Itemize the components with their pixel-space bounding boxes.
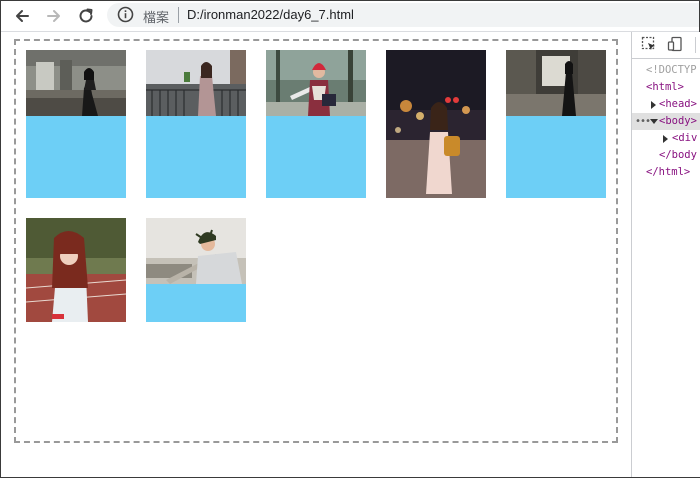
dom-node-html[interactable]: <html> xyxy=(632,79,700,96)
url-divider xyxy=(178,7,179,23)
flex-container xyxy=(14,39,618,443)
dom-node-body-close[interactable]: </body xyxy=(632,147,700,164)
dom-node-div[interactable]: <div xyxy=(632,130,700,147)
ellipsis-icon[interactable]: ••• xyxy=(635,113,651,130)
page-viewport xyxy=(1,32,631,477)
inspect-element-icon[interactable] xyxy=(641,36,657,52)
woman-red-beanie-forest-photo xyxy=(266,50,366,116)
dom-node-body[interactable]: ••• <body> xyxy=(632,113,700,130)
collapse-triangle-icon[interactable] xyxy=(650,119,658,124)
devtools-divider xyxy=(695,37,696,53)
man-leaning-sky-photo xyxy=(146,218,246,284)
woman-dark-corridor-photo xyxy=(506,50,606,116)
address-bar[interactable]: 檔案 D:/ironman2022/day6_7.html xyxy=(107,3,699,27)
expand-triangle-icon[interactable] xyxy=(663,135,668,143)
woman-street-night-lights-photo xyxy=(386,50,486,198)
image-card xyxy=(506,50,606,198)
arrow-left-icon xyxy=(16,10,29,22)
info-icon[interactable] xyxy=(117,6,134,23)
reload-icon xyxy=(79,8,93,23)
browser-toolbar: 檔案 D:/ironman2022/day6_7.html xyxy=(1,1,699,32)
image-card xyxy=(386,50,486,198)
image-card xyxy=(146,50,246,198)
woman-running-track-photo xyxy=(26,218,126,322)
back-button[interactable] xyxy=(9,3,35,29)
devtools-panel: <!DOCTYP <html> <head> ••• <body> <div <… xyxy=(631,32,700,477)
security-label[interactable]: 檔案 xyxy=(143,7,169,26)
expand-triangle-icon[interactable] xyxy=(651,101,656,109)
devtools-toolbar xyxy=(632,32,700,59)
image-card xyxy=(266,50,366,198)
image-card xyxy=(26,50,126,198)
woman-ruined-building-photo xyxy=(26,50,126,116)
forward-button[interactable] xyxy=(41,3,67,29)
dom-node-head[interactable]: <head> xyxy=(632,96,700,113)
reload-button[interactable] xyxy=(73,3,99,29)
dom-node-doctype[interactable]: <!DOCTYP xyxy=(632,62,700,79)
dom-node-html-close[interactable]: </html> xyxy=(632,164,700,181)
image-card xyxy=(146,218,246,322)
arrow-right-icon xyxy=(47,10,60,22)
woman-balcony-railing-photo xyxy=(146,50,246,116)
image-card xyxy=(26,218,126,322)
url-text[interactable]: D:/ironman2022/day6_7.html xyxy=(187,7,354,22)
device-toolbar-icon[interactable] xyxy=(667,36,683,52)
